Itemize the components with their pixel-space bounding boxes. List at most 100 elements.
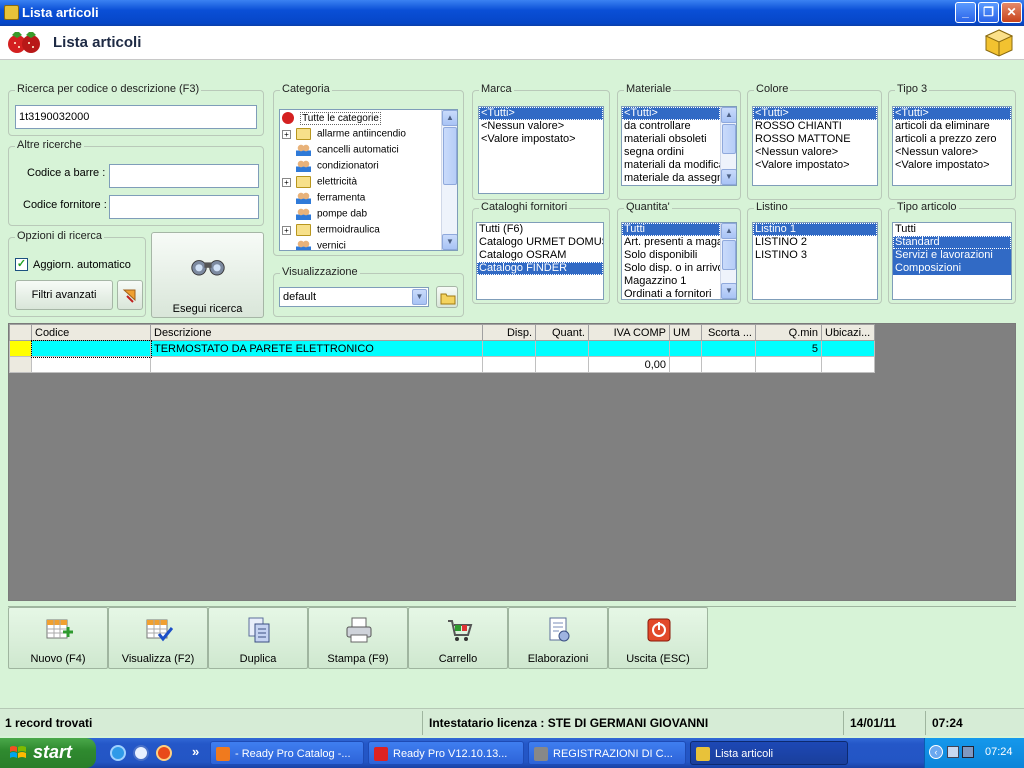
- maximize-button[interactable]: ❐: [978, 2, 999, 23]
- list-item[interactable]: LISTINO 3: [753, 249, 877, 262]
- advanced-filters-button[interactable]: Filtri avanzati: [15, 280, 113, 310]
- list-item[interactable]: Tutti: [622, 223, 720, 236]
- category-scrollbar[interactable]: ▲ ▼: [441, 110, 457, 250]
- pricelist-list[interactable]: Listino 1 LISTINO 2 LISTINO 3: [752, 222, 878, 300]
- expand-plus-icon[interactable]: +: [282, 129, 291, 139]
- column-header[interactable]: Scorta ...: [701, 324, 756, 341]
- media-quicklaunch-icon[interactable]: [156, 745, 172, 761]
- table-cell[interactable]: 0,00: [588, 356, 670, 373]
- list-item[interactable]: Composizioni: [893, 262, 1011, 275]
- title-bar[interactable]: Lista articoli _ ❐ ✕: [0, 0, 1024, 26]
- category-item[interactable]: ferramenta: [282, 192, 365, 206]
- list-item[interactable]: Solo disp. o in arrivo: [622, 262, 720, 275]
- list-item[interactable]: Catalogo OSRAM: [477, 249, 603, 262]
- list-item[interactable]: materiali da modifica: [622, 159, 720, 172]
- list-item[interactable]: da controllare: [622, 120, 720, 133]
- list-item[interactable]: Catalogo URMET DOMUS: [477, 236, 603, 249]
- table-cell[interactable]: [31, 356, 151, 373]
- brand-list[interactable]: <Tutti> <Nessun valore> <Valore impostato>: [478, 106, 604, 194]
- category-root[interactable]: Tutte le categorie: [282, 112, 381, 126]
- code-search-input[interactable]: 1t3190032000: [15, 105, 257, 129]
- table-cell[interactable]: TERMOSTATO DA PARETE ELETTRONICO: [150, 340, 483, 357]
- table-cell[interactable]: [588, 340, 670, 357]
- list-item[interactable]: Solo disponibili: [622, 249, 720, 262]
- row-marker[interactable]: [9, 340, 32, 357]
- column-header[interactable]: Ubicazi...: [821, 324, 875, 341]
- desktop-quicklaunch-icon[interactable]: [133, 745, 149, 761]
- table-cell[interactable]: [482, 356, 536, 373]
- list-item[interactable]: <Tutti>: [622, 107, 720, 120]
- table-cell[interactable]: [669, 340, 702, 357]
- list-item[interactable]: <Valore impostato>: [479, 133, 603, 146]
- table-cell[interactable]: 5: [755, 340, 822, 357]
- quantity-list[interactable]: Tutti Art. presenti a maga Solo disponibil…: [621, 222, 737, 300]
- list-item[interactable]: articoli a prezzo zero: [893, 133, 1011, 146]
- table-cell[interactable]: [669, 356, 702, 373]
- category-item[interactable]: pompe dab: [282, 208, 367, 222]
- auto-update-checkbox[interactable]: ✓: [15, 258, 28, 271]
- list-item[interactable]: <Tutti>: [753, 107, 877, 120]
- catalogs-list[interactable]: Tutti (F6) Catalogo URMET DOMUS Catalogo O…: [476, 222, 604, 300]
- category-tree[interactable]: Tutte le categorie + allarme antiincendio…: [279, 109, 458, 251]
- taskbar-task-button[interactable]: Ready Pro V12.10.13...: [368, 741, 524, 765]
- category-item[interactable]: + elettricità: [282, 176, 357, 190]
- list-item[interactable]: Tutti: [893, 223, 1011, 236]
- category-item[interactable]: condizionatori: [282, 160, 379, 174]
- scroll-thumb[interactable]: [443, 127, 457, 185]
- tray-expand-icon[interactable]: ‹: [929, 745, 943, 759]
- taskbar-task-button[interactable]: REGISTRAZIONI DI C...: [528, 741, 686, 765]
- column-header[interactable]: Descrizione: [150, 324, 483, 341]
- list-item[interactable]: Standard: [893, 236, 1011, 249]
- duplica-button[interactable]: Duplica: [208, 607, 308, 669]
- taskbar-task-button[interactable]: Lista articoli: [690, 741, 848, 765]
- visualizza-f2-button[interactable]: Visualizza (F2): [108, 607, 208, 669]
- category-item[interactable]: cancelli automatici: [282, 144, 399, 158]
- table-cell[interactable]: [755, 356, 822, 373]
- table-cell[interactable]: [535, 356, 589, 373]
- list-item[interactable]: Art. presenti a maga: [622, 236, 720, 249]
- view-select[interactable]: default ▼: [279, 287, 429, 307]
- list-item[interactable]: <Tutti>: [893, 107, 1011, 120]
- nuovo-f4-button[interactable]: Nuovo (F4): [8, 607, 108, 669]
- scroll-thumb[interactable]: [722, 240, 736, 270]
- execute-search-button[interactable]: Esegui ricerca: [151, 232, 264, 318]
- table-cell[interactable]: [821, 356, 875, 373]
- column-header[interactable]: Q.min: [755, 324, 822, 341]
- uscita-esc-button[interactable]: Uscita (ESC): [608, 607, 708, 669]
- color-list[interactable]: <Tutti> ROSSO CHIANTI ROSSO MATTONE <Nessun…: [752, 106, 878, 186]
- stampa-f9-button[interactable]: Stampa (F9): [308, 607, 408, 669]
- column-header[interactable]: IVA COMP: [588, 324, 670, 341]
- list-item[interactable]: articoli da eliminare: [893, 120, 1011, 133]
- list-item[interactable]: Ordinati a fornitori: [622, 288, 720, 299]
- table-row[interactable]: 0,00: [9, 356, 875, 373]
- table-row[interactable]: TERMOSTATO DA PARETE ELETTRONICO 5: [9, 339, 875, 358]
- monitor-icon[interactable]: [962, 746, 974, 758]
- list-scrollbar[interactable]: ▲ ▼: [720, 107, 736, 185]
- list-scrollbar[interactable]: ▲ ▼: [720, 223, 736, 299]
- scroll-up-arrow-icon[interactable]: ▲: [721, 223, 736, 239]
- scroll-down-arrow-icon[interactable]: ▼: [442, 234, 457, 250]
- list-item[interactable]: materiale da assegn: [622, 172, 720, 185]
- view-folder-button[interactable]: [436, 286, 458, 308]
- filter-options-button[interactable]: [117, 280, 143, 310]
- category-item[interactable]: + termoidraulica: [282, 224, 380, 238]
- column-header[interactable]: UM: [669, 324, 702, 341]
- table-cell[interactable]: [482, 340, 536, 357]
- article-type-list[interactable]: Tutti Standard Servizi e lavorazioni Compos…: [892, 222, 1012, 300]
- chevron-down-icon[interactable]: ▼: [412, 289, 427, 305]
- elaborazioni-button[interactable]: Elaborazioni: [508, 607, 608, 669]
- list-item[interactable]: Servizi e lavorazioni: [893, 249, 1011, 262]
- list-item[interactable]: LISTINO 2: [753, 236, 877, 249]
- table-cell[interactable]: [701, 340, 756, 357]
- list-item[interactable]: segna ordini: [622, 146, 720, 159]
- list-item[interactable]: materiali obsoleti: [622, 133, 720, 146]
- column-header[interactable]: Quant.: [535, 324, 589, 341]
- list-item[interactable]: <Valore impostato>: [753, 159, 877, 172]
- table-cell[interactable]: [30, 339, 152, 358]
- material-list[interactable]: <Tutti> da controllare materiali obsoleti s…: [621, 106, 737, 186]
- list-item[interactable]: Tutti (F6): [477, 223, 603, 236]
- minimize-button[interactable]: _: [955, 2, 976, 23]
- start-button[interactable]: start: [0, 738, 96, 768]
- expand-plus-icon[interactable]: +: [282, 225, 291, 235]
- type3-list[interactable]: <Tutti> articoli da eliminare articoli a p…: [892, 106, 1012, 186]
